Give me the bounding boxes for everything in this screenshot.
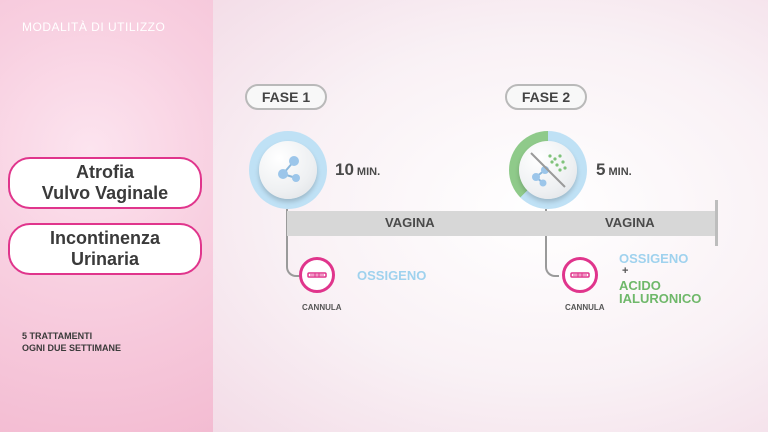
- molecule-crossed-icon: [519, 141, 577, 199]
- phase-1-substance: OSSIGENO: [357, 268, 427, 283]
- phase-1-duration: 10 MIN.: [335, 160, 380, 180]
- condition-line: Vulvo Vaginale: [41, 183, 169, 203]
- note-line: 5 TRATTAMENTI: [22, 331, 93, 341]
- condition-atrofia[interactable]: Atrofia Vulvo Vaginale: [8, 157, 202, 209]
- duration-unit: MIN.: [608, 166, 632, 178]
- phase-2-label: FASE 2: [505, 84, 587, 110]
- phase-2-device-label: CANNULA: [565, 303, 605, 312]
- phase-2-area: VAGINA: [605, 215, 655, 230]
- phase-1-icon-ring: [249, 131, 327, 209]
- duration-value: 5: [596, 160, 606, 179]
- condition-line: Atrofia: [76, 162, 134, 182]
- substance-line: IALURONICO: [619, 291, 702, 306]
- phase-2-substance-oxygen: OSSIGENO: [619, 251, 689, 266]
- phase-1-label: FASE 1: [245, 84, 327, 110]
- phase-2-substance-plus: +: [622, 265, 629, 277]
- phase-1-area: VAGINA: [385, 215, 435, 230]
- duration-value: 10: [335, 160, 354, 179]
- treatment-note: 5 TRATTAMENTI OGNI DUE SETTIMANE: [22, 330, 121, 354]
- molecule-icon: [259, 141, 317, 199]
- condition-incontinenza[interactable]: Incontinenza Urinaria: [8, 223, 202, 275]
- left-panel: [0, 0, 213, 432]
- note-line: OGNI DUE SETTIMANE: [22, 343, 122, 353]
- phase-1-device-label: CANNULA: [302, 303, 342, 312]
- cannula-icon: [299, 257, 335, 293]
- phase-2-substance-hyaluronic: ACIDO IALURONICO: [619, 279, 701, 305]
- cannula-icon: [562, 257, 598, 293]
- timeline-end-marker: [715, 200, 718, 246]
- duration-unit: MIN.: [356, 166, 381, 178]
- condition-line: Urinaria: [70, 249, 140, 269]
- condition-line: Incontinenza: [49, 228, 160, 248]
- phase-2-duration: 5 MIN.: [596, 160, 632, 180]
- phase-2-icon-ring: [509, 131, 587, 209]
- page-title: MODALITÀ DI UTILIZZO: [22, 20, 166, 34]
